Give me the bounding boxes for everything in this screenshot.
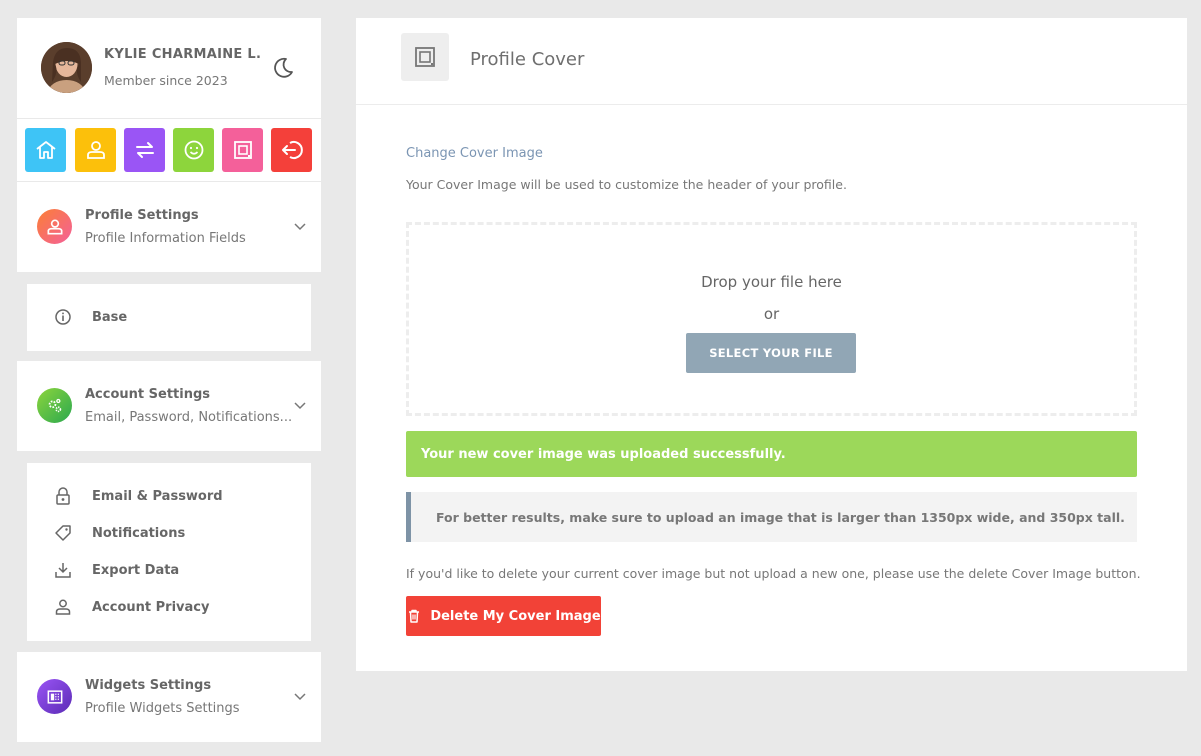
sidebar-item-base[interactable]: Base [53, 306, 127, 328]
quick-actions [17, 119, 321, 181]
profile-settings-subtitle: Profile Information Fields [85, 231, 246, 246]
logout-icon [281, 141, 303, 159]
profile-settings-menu: Base [27, 284, 311, 351]
account-settings-section[interactable]: Account Settings Email, Password, Notifi… [17, 361, 321, 451]
account-settings-menu: Email & Password Notifications Export Da… [27, 463, 311, 641]
file-dropzone[interactable]: Drop your file here or SELECT YOUR FILE [406, 222, 1137, 416]
delete-cover-button[interactable]: Delete My Cover Image [406, 596, 601, 636]
delete-cover-label: Delete My Cover Image [430, 608, 601, 624]
change-cover-description: Your Cover Image will be used to customi… [406, 177, 847, 192]
widgets-settings-section[interactable]: Widgets Settings Profile Widgets Setting… [17, 652, 321, 742]
widgets-icon [47, 689, 62, 704]
gears-icon [48, 398, 61, 412]
profile-card: KYLIE CHARMAINE L. Member since 2023 [17, 18, 321, 118]
widgets-settings-icon [37, 679, 72, 714]
dropzone-text: Drop your file here [701, 273, 842, 291]
account-settings-subtitle: Email, Password, Notifications... [85, 410, 293, 425]
trash-icon [409, 609, 420, 623]
chevron-down-icon[interactable] [293, 219, 307, 233]
avatar[interactable] [41, 42, 92, 93]
sidebar-item-label: Account Privacy [92, 599, 210, 615]
account-settings-title: Account Settings [85, 387, 211, 402]
main-header: Profile Cover [356, 18, 1187, 105]
logout-button[interactable] [271, 128, 312, 172]
dropzone-or: or [763, 305, 780, 323]
sidebar-item-label: Notifications [92, 525, 186, 541]
change-cover-label: Change Cover Image [406, 146, 543, 161]
cover-image-icon [401, 33, 449, 81]
main-panel: Profile Cover Change Cover Image Your Co… [356, 18, 1187, 671]
sidebar-item-label: Export Data [92, 562, 180, 578]
sidebar-item-notifications[interactable]: Notifications [53, 522, 185, 544]
member-since: Member since 2023 [104, 73, 228, 88]
widgets-settings-subtitle: Profile Widgets Settings [85, 701, 240, 716]
select-file-button[interactable]: SELECT YOUR FILE [686, 333, 856, 373]
success-alert: Your new cover image was uploaded succes… [406, 431, 1137, 477]
exchange-button[interactable] [124, 128, 165, 172]
chevron-down-icon[interactable] [293, 398, 307, 412]
user-icon [86, 141, 105, 159]
profile-settings-icon [37, 209, 72, 244]
download-icon [55, 563, 71, 578]
sidebar-item-export-data[interactable]: Export Data [53, 559, 179, 581]
profile-settings-section[interactable]: Profile Settings Profile Information Fie… [17, 182, 321, 272]
user-icon [47, 219, 62, 234]
info-alert: For better results, make sure to upload … [406, 492, 1137, 542]
account-settings-icon [37, 388, 72, 423]
smile-icon [184, 140, 203, 160]
sidebar: KYLIE CHARMAINE L. Member since 2023 Pro… [17, 18, 321, 742]
delete-note: If you'd like to delete your current cov… [406, 566, 1141, 581]
cover-image-icon [233, 141, 252, 159]
chevron-down-icon[interactable] [293, 689, 307, 703]
sidebar-item-email-password[interactable]: Email & Password [53, 485, 223, 507]
lock-icon [56, 487, 70, 505]
sidebar-item-label: Base [92, 309, 128, 325]
profile-button[interactable] [75, 128, 116, 172]
page-title: Profile Cover [470, 49, 585, 70]
moon-icon[interactable] [271, 56, 295, 80]
home-icon [35, 141, 56, 159]
smile-button[interactable] [173, 128, 214, 172]
user-name: KYLIE CHARMAINE L. [104, 47, 262, 62]
tag-icon [55, 525, 71, 541]
avatar-image [41, 42, 92, 93]
cover-button[interactable] [222, 128, 263, 172]
profile-settings-title: Profile Settings [85, 208, 199, 223]
widgets-settings-title: Widgets Settings [85, 678, 212, 693]
user-icon [55, 599, 71, 615]
info-icon [55, 309, 71, 325]
exchange-icon [135, 142, 154, 158]
home-button[interactable] [25, 128, 66, 172]
sidebar-item-account-privacy[interactable]: Account Privacy [53, 596, 209, 618]
sidebar-item-label: Email & Password [92, 488, 223, 504]
